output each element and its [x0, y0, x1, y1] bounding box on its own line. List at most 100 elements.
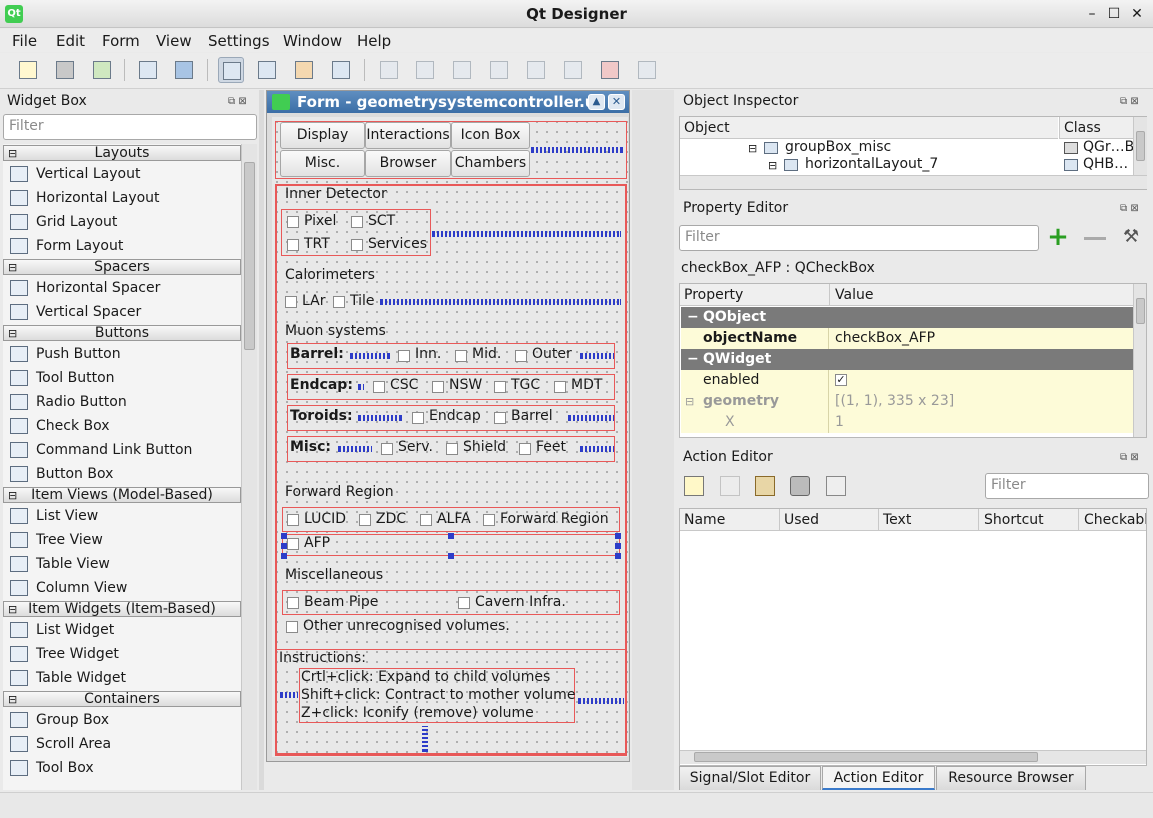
- widget-item[interactable]: Grid Layout: [3, 210, 241, 234]
- chambers-button[interactable]: Chambers: [451, 150, 530, 177]
- property-column-header[interactable]: Property: [680, 284, 829, 306]
- lar-checkbox[interactable]: [285, 296, 297, 308]
- endcap-nsw-checkbox[interactable]: [432, 381, 444, 393]
- widget-item[interactable]: Push Button: [3, 342, 241, 366]
- edit-buddies-button[interactable]: [291, 57, 317, 83]
- collapse-icon[interactable]: ⊟: [8, 693, 17, 707]
- widget-item[interactable]: Tree View: [3, 528, 241, 552]
- save-form-button[interactable]: [89, 57, 115, 83]
- copy-action-icon[interactable]: [720, 476, 740, 496]
- qobject-group-row[interactable]: − QObject: [681, 307, 1135, 328]
- menu-help[interactable]: Help: [357, 32, 391, 50]
- beam-pipe-checkbox[interactable]: [287, 597, 299, 609]
- toroids-barrel-checkbox[interactable]: [494, 412, 506, 424]
- collapse-icon[interactable]: ⊟: [8, 261, 17, 275]
- display-button[interactable]: Display: [280, 122, 365, 149]
- property-editor-dock-buttons[interactable]: ⧉ ⊠: [1120, 203, 1139, 214]
- collapse-icon[interactable]: ⊟: [8, 603, 17, 617]
- used-column-header[interactable]: Used: [779, 509, 878, 531]
- cavern-checkbox[interactable]: [458, 597, 470, 609]
- zdc-checkbox[interactable]: [359, 514, 371, 526]
- checkable-column-header[interactable]: Checkable: [1078, 509, 1146, 531]
- object-inspector-hscroll[interactable]: [680, 175, 1147, 189]
- add-property-icon[interactable]: +: [1046, 224, 1070, 250]
- text-column-header[interactable]: Text: [878, 509, 978, 531]
- widget-item[interactable]: List Widget: [3, 618, 241, 642]
- object-inspector-vscroll[interactable]: [1133, 117, 1147, 175]
- close-button[interactable]: ✕: [1129, 5, 1145, 23]
- view-mode-icon[interactable]: [826, 476, 846, 496]
- maximize-button[interactable]: ☐: [1106, 5, 1122, 23]
- afp-checkbox[interactable]: [287, 538, 299, 550]
- property-vscroll[interactable]: [1133, 284, 1146, 437]
- endcap-tgc-checkbox[interactable]: [494, 381, 506, 393]
- adjust-size-button[interactable]: [634, 57, 660, 83]
- lay-out-vertically-button[interactable]: [412, 57, 438, 83]
- widget-item[interactable]: Tool Button: [3, 366, 241, 390]
- widget-category-header[interactable]: ⊟ Item Views (Model-Based): [3, 487, 241, 503]
- widget-item[interactable]: Table Widget: [3, 666, 241, 690]
- action-editor-hscroll[interactable]: [680, 750, 1146, 764]
- paste-action-icon[interactable]: [755, 476, 775, 496]
- menu-form[interactable]: Form: [102, 32, 140, 50]
- widget-item[interactable]: Tree Widget: [3, 642, 241, 666]
- collapse-icon[interactable]: ⊟: [8, 147, 17, 161]
- new-form-button[interactable]: [15, 57, 41, 83]
- widget-item[interactable]: Radio Button: [3, 390, 241, 414]
- delete-action-icon[interactable]: [790, 476, 810, 496]
- new-action-icon[interactable]: [684, 476, 704, 496]
- widget-category-header[interactable]: ⊟ Spacers: [3, 259, 241, 275]
- tab-resource-browser[interactable]: Resource Browser: [936, 766, 1086, 790]
- vertical-splitter-button[interactable]: [486, 57, 512, 83]
- widget-item[interactable]: Vertical Spacer: [3, 300, 241, 324]
- menu-view[interactable]: View: [156, 32, 192, 50]
- barrel-outer-checkbox[interactable]: [515, 350, 527, 362]
- menu-settings[interactable]: Settings: [208, 32, 270, 50]
- qwidget-group-row[interactable]: − QWidget: [681, 349, 1135, 370]
- minimize-button[interactable]: –: [1084, 5, 1100, 23]
- action-filter[interactable]: Filter: [985, 473, 1149, 499]
- widget-item[interactable]: List View: [3, 504, 241, 528]
- horizontal-splitter-button[interactable]: [449, 57, 475, 83]
- widget-category-header[interactable]: ⊟ Buttons: [3, 325, 241, 341]
- action-editor-dock-buttons[interactable]: ⧉ ⊠: [1120, 452, 1139, 463]
- other-volumes-checkbox[interactable]: [286, 621, 298, 633]
- widget-item[interactable]: Tool Box: [3, 756, 241, 780]
- endcap-mdt-checkbox[interactable]: [554, 381, 566, 393]
- endcap-csc-checkbox[interactable]: [373, 381, 385, 393]
- widget-category-header[interactable]: ⊟ Item Widgets (Item-Based): [3, 601, 241, 617]
- widget-item[interactable]: Table View: [3, 552, 241, 576]
- widget-item[interactable]: Scroll Area: [3, 732, 241, 756]
- value-column-header[interactable]: Value: [829, 284, 1134, 306]
- enabled-row[interactable]: enabled ✓: [681, 370, 1135, 391]
- collapse-icon[interactable]: ⊟: [8, 327, 17, 341]
- form-close-button[interactable]: ✕: [608, 94, 625, 110]
- edit-widgets-button[interactable]: [218, 57, 244, 83]
- widget-category-header[interactable]: ⊟ Layouts: [3, 145, 241, 161]
- form-layout-button[interactable]: [560, 57, 586, 83]
- browser-button[interactable]: Browser: [365, 150, 451, 177]
- enabled-checkbox[interactable]: ✓: [835, 374, 847, 386]
- barrel-middle-checkbox[interactable]: [455, 350, 467, 362]
- edit-tab-order-button[interactable]: [328, 57, 354, 83]
- x-row[interactable]: X1: [681, 412, 1135, 433]
- icon-box-button[interactable]: Icon Box: [451, 122, 530, 149]
- widget-category-header[interactable]: ⊟ Containers: [3, 691, 241, 707]
- menu-edit[interactable]: Edit: [56, 32, 85, 50]
- widget-item[interactable]: Vertical Layout: [3, 162, 241, 186]
- lucid-checkbox[interactable]: [287, 514, 299, 526]
- misc-button[interactable]: Misc.: [280, 150, 365, 177]
- object-inspector-dock-buttons[interactable]: ⧉ ⊠: [1120, 96, 1139, 107]
- form-shade-button[interactable]: ▲: [588, 94, 605, 110]
- widget-item[interactable]: Command Link Button: [3, 438, 241, 462]
- edit-signals-slots-button[interactable]: [254, 57, 280, 83]
- class-column-header[interactable]: Class: [1059, 117, 1134, 139]
- widget-item[interactable]: Column View: [3, 576, 241, 600]
- misc-shield-checkbox[interactable]: [446, 443, 458, 455]
- barrel-inner-checkbox[interactable]: [398, 350, 410, 362]
- tile-checkbox[interactable]: [333, 296, 345, 308]
- tab-action-editor[interactable]: Action Editor: [822, 766, 935, 790]
- interactions-button[interactable]: Interactions: [365, 122, 451, 149]
- widget-item[interactable]: Check Box: [3, 414, 241, 438]
- alfa-checkbox[interactable]: [420, 514, 432, 526]
